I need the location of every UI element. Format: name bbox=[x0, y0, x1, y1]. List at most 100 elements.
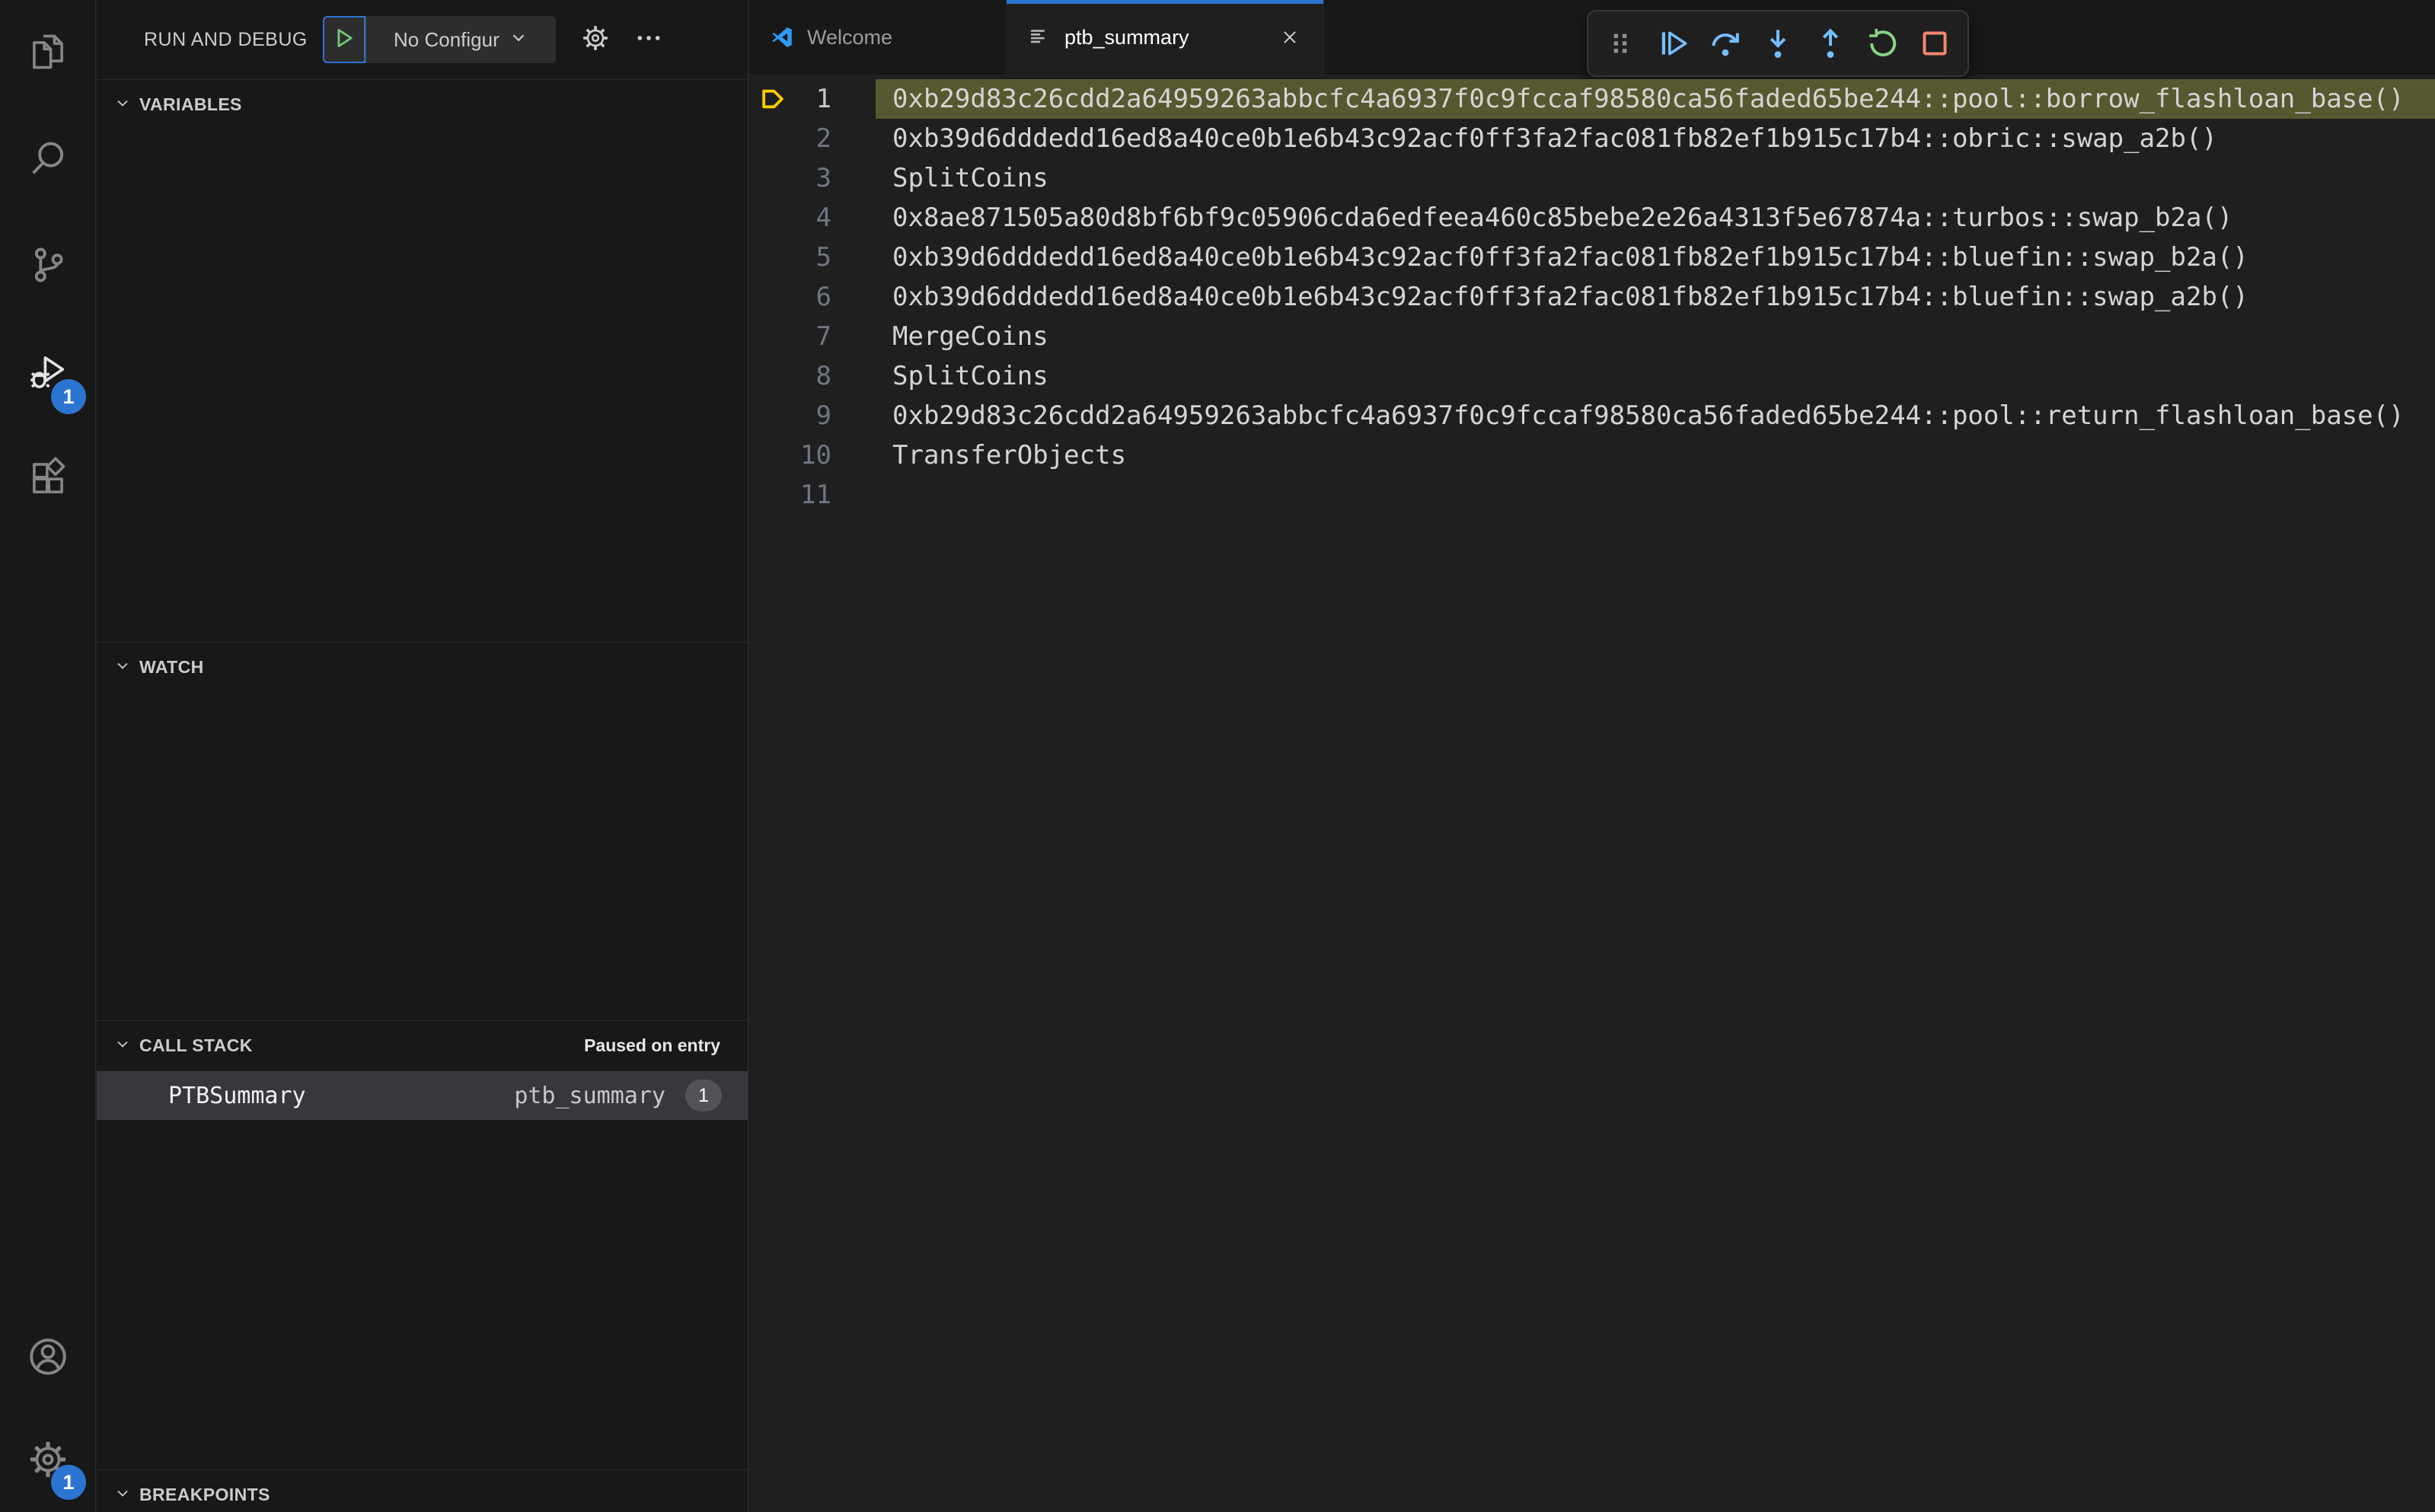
code-line[interactable]: 8 SplitCoins bbox=[749, 356, 2435, 396]
code-line[interactable]: 9 0xb29d83c26cdd2a64959263abbcfc4a6937f0… bbox=[749, 396, 2435, 435]
tab-welcome[interactable]: Welcome bbox=[749, 0, 1007, 75]
sidebar-item-explorer[interactable] bbox=[0, 0, 95, 107]
vscode-logo-icon bbox=[772, 27, 792, 48]
views-more-actions-button[interactable] bbox=[629, 20, 669, 59]
debug-config-dropdown[interactable]: No Configur bbox=[365, 16, 556, 63]
line-gutter[interactable]: 11 bbox=[749, 475, 876, 515]
code-line[interactable]: 11 bbox=[749, 475, 2435, 515]
vscode-window: 1 1 RUN AND DEBUG No Configur VARIABLES … bbox=[0, 0, 2435, 1512]
chevron-down-icon bbox=[113, 1484, 132, 1506]
paused-status-text: Paused on entry bbox=[584, 1035, 720, 1055]
sidebar-item-extensions[interactable] bbox=[0, 426, 95, 533]
chevron-down-icon bbox=[509, 27, 528, 53]
step-into-button[interactable] bbox=[1756, 21, 1800, 65]
stop-button[interactable] bbox=[1913, 21, 1957, 65]
activity-bar: 1 1 bbox=[0, 0, 96, 1512]
step-over-button[interactable] bbox=[1703, 21, 1747, 65]
line-gutter[interactable]: 6 bbox=[749, 277, 876, 317]
line-gutter[interactable]: 2 bbox=[749, 119, 876, 158]
call-stack-section-label: CALL STACK bbox=[139, 1035, 253, 1055]
restart-icon bbox=[1869, 28, 1896, 57]
watch-section: WATCH bbox=[97, 642, 748, 1020]
step-into-icon bbox=[1770, 30, 1786, 58]
call-stack-section: CALL STACK Paused on entry PTBSummary pt… bbox=[97, 1020, 748, 1469]
line-gutter[interactable]: 3 bbox=[749, 158, 876, 198]
line-text[interactable]: 0xb29d83c26cdd2a64959263abbcfc4a6937f0c9… bbox=[876, 79, 2435, 119]
tab-ptb-summary[interactable]: ptb_summary bbox=[1007, 0, 1324, 75]
line-text[interactable]: TransferObjects bbox=[876, 435, 2435, 475]
step-out-button[interactable] bbox=[1808, 21, 1853, 65]
continue-button[interactable] bbox=[1651, 21, 1695, 65]
tab-label: Welcome bbox=[807, 25, 893, 49]
breakpoints-section-header[interactable]: BREAKPOINTS bbox=[97, 1470, 748, 1512]
editor-code-area[interactable]: 1 0xb29d83c26cdd2a64959263abbcfc4a6937f0… bbox=[749, 75, 2435, 1512]
restart-button[interactable] bbox=[1861, 21, 1905, 65]
line-gutter[interactable]: 9 bbox=[749, 396, 876, 435]
call-stack-frame-row[interactable]: PTBSummary ptb_summary 1 bbox=[97, 1071, 748, 1120]
line-text[interactable]: 0xb39d6dddedd16ed8a40ce0b1e6b43c92acf0ff… bbox=[876, 277, 2435, 317]
play-icon bbox=[331, 25, 357, 55]
variables-section: VARIABLES bbox=[97, 79, 748, 642]
line-number: 3 bbox=[815, 163, 831, 193]
line-gutter[interactable]: 8 bbox=[749, 356, 876, 396]
manage-settings-button[interactable]: 1 bbox=[0, 1410, 95, 1512]
chevron-down-icon bbox=[113, 656, 132, 678]
frame-line-badge: 1 bbox=[685, 1080, 722, 1112]
code-line[interactable]: 7 MergeCoins bbox=[749, 317, 2435, 356]
variables-section-header[interactable]: VARIABLES bbox=[97, 80, 748, 129]
open-launch-json-button[interactable] bbox=[576, 20, 615, 59]
line-number: 4 bbox=[815, 203, 831, 233]
code-line[interactable]: 4 0x8ae871505a80d8bf6bf9c05906cda6edfeea… bbox=[749, 198, 2435, 238]
sidebar-item-search[interactable] bbox=[0, 107, 95, 213]
close-tab-button[interactable] bbox=[1276, 24, 1304, 51]
code-line[interactable]: 3 SplitCoins bbox=[749, 158, 2435, 198]
code-line[interactable]: 10 TransferObjects bbox=[749, 435, 2435, 475]
line-number: 2 bbox=[815, 123, 831, 154]
sidebar-title: RUN AND DEBUG bbox=[144, 28, 308, 50]
start-debug-button[interactable] bbox=[322, 16, 365, 63]
debug-config-value: No Configur bbox=[394, 27, 499, 51]
code-line[interactable]: 1 0xb29d83c26cdd2a64959263abbcfc4a6937f0… bbox=[749, 79, 2435, 119]
accounts-button[interactable] bbox=[0, 1306, 95, 1410]
line-text[interactable]: 0xb29d83c26cdd2a64959263abbcfc4a6937f0c9… bbox=[876, 396, 2435, 435]
line-text[interactable]: SplitCoins bbox=[876, 356, 2435, 396]
line-gutter[interactable]: 7 bbox=[749, 317, 876, 356]
line-gutter[interactable]: 5 bbox=[749, 238, 876, 277]
sidebar-item-run-and-debug[interactable]: 1 bbox=[0, 320, 95, 426]
frame-file-name: ptb_summary bbox=[514, 1082, 665, 1109]
line-gutter[interactable]: 1 bbox=[749, 79, 876, 119]
line-gutter[interactable]: 4 bbox=[749, 198, 876, 238]
debug-config-group: No Configur bbox=[322, 16, 556, 63]
sidebar-item-source-control[interactable] bbox=[0, 213, 95, 320]
watch-section-header[interactable]: WATCH bbox=[97, 643, 748, 691]
extensions-icon bbox=[26, 456, 70, 504]
code-line[interactable]: 2 0xb39d6dddedd16ed8a40ce0b1e6b43c92acf0… bbox=[749, 119, 2435, 158]
line-number: 7 bbox=[815, 321, 831, 352]
code-line[interactable]: 5 0xb39d6dddedd16ed8a40ce0b1e6b43c92acf0… bbox=[749, 238, 2435, 277]
activity-bar-spacer bbox=[0, 533, 95, 1306]
chevron-down-icon bbox=[113, 94, 132, 116]
sidebar-header: RUN AND DEBUG No Configur bbox=[97, 0, 748, 79]
line-text[interactable]: 0x8ae871505a80d8bf6bf9c05906cda6edfeea46… bbox=[876, 198, 2435, 238]
chevron-down-icon bbox=[113, 1035, 132, 1057]
line-text[interactable]: SplitCoins bbox=[876, 158, 2435, 198]
stop-icon bbox=[1923, 31, 1948, 56]
toolbar-drag-handle[interactable] bbox=[1598, 21, 1642, 65]
ellipsis-icon bbox=[633, 23, 664, 57]
code-line[interactable]: 6 0xb39d6dddedd16ed8a40ce0b1e6b43c92acf0… bbox=[749, 277, 2435, 317]
call-stack-section-header[interactable]: CALL STACK Paused on entry bbox=[97, 1021, 748, 1070]
step-over-icon bbox=[1712, 33, 1739, 56]
debug-badge: 1 bbox=[51, 379, 86, 414]
line-gutter[interactable]: 10 bbox=[749, 435, 876, 475]
account-icon bbox=[26, 1335, 70, 1383]
close-icon bbox=[1284, 31, 1296, 43]
line-text[interactable]: 0xb39d6dddedd16ed8a40ce0b1e6b43c92acf0ff… bbox=[876, 119, 2435, 158]
line-number: 9 bbox=[815, 400, 831, 431]
line-text[interactable]: 0xb39d6dddedd16ed8a40ce0b1e6b43c92acf0ff… bbox=[876, 238, 2435, 277]
line-text[interactable]: MergeCoins bbox=[876, 317, 2435, 356]
continue-icon bbox=[1662, 31, 1687, 56]
watch-section-label: WATCH bbox=[139, 656, 204, 677]
line-text[interactable] bbox=[876, 475, 2435, 515]
breakpoints-section-label: BREAKPOINTS bbox=[139, 1484, 270, 1504]
line-number: 8 bbox=[815, 361, 831, 391]
